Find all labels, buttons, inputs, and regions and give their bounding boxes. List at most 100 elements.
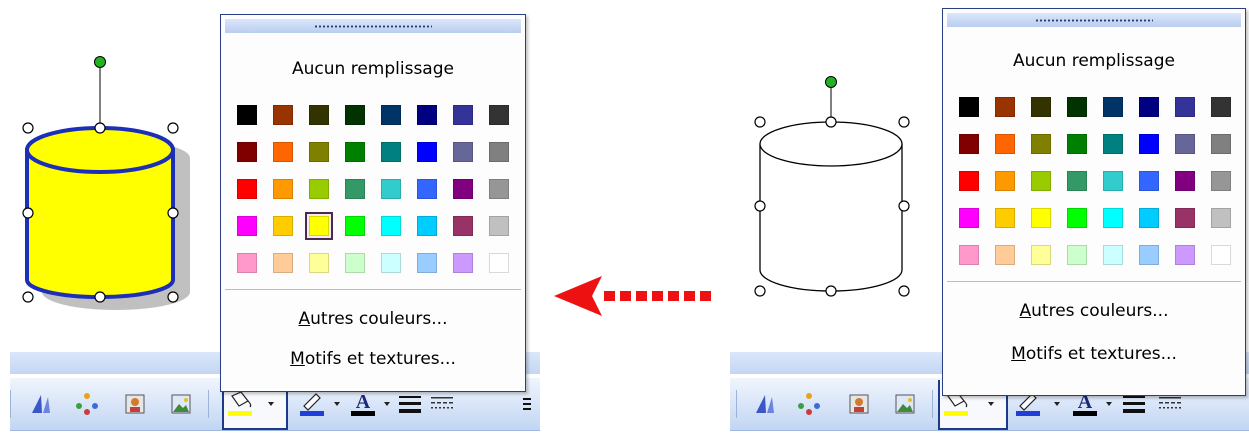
- more-colors-option[interactable]: Autres couleurs...: [943, 301, 1245, 321]
- diagram-icon[interactable]: [796, 390, 822, 418]
- color-swatch[interactable]: [377, 249, 405, 277]
- color-swatch[interactable]: [377, 101, 405, 129]
- color-swatch[interactable]: [449, 249, 477, 277]
- color-swatch[interactable]: [413, 101, 441, 129]
- no-fill-option[interactable]: Aucun remplissage: [221, 59, 525, 79]
- color-swatch[interactable]: [955, 93, 983, 121]
- line-style-icon[interactable]: [396, 390, 424, 418]
- color-swatch[interactable]: [377, 212, 405, 240]
- line-color-icon[interactable]: [298, 390, 328, 418]
- color-swatch[interactable]: [991, 241, 1019, 269]
- color-swatch[interactable]: [269, 138, 297, 166]
- wordart-icon[interactable]: [28, 390, 54, 418]
- no-fill-option[interactable]: Aucun remplissage: [943, 51, 1245, 71]
- dash-style-icon[interactable]: [428, 390, 456, 418]
- color-swatch[interactable]: [1207, 204, 1235, 232]
- color-swatch[interactable]: [305, 101, 333, 129]
- color-swatch[interactable]: [1135, 130, 1163, 158]
- color-swatch[interactable]: [233, 101, 261, 129]
- color-swatch[interactable]: [991, 167, 1019, 195]
- color-swatch[interactable]: [341, 175, 369, 203]
- color-swatch[interactable]: [955, 130, 983, 158]
- color-swatch[interactable]: [1171, 241, 1199, 269]
- color-swatch[interactable]: [233, 249, 261, 277]
- clipart-icon[interactable]: [846, 390, 872, 418]
- color-swatch[interactable]: [1027, 241, 1055, 269]
- color-swatch[interactable]: [1099, 130, 1127, 158]
- color-swatch[interactable]: [485, 138, 513, 166]
- color-swatch[interactable]: [1099, 204, 1127, 232]
- dropdown-grip[interactable]: [947, 13, 1241, 27]
- fill-color-icon[interactable]: [226, 390, 256, 418]
- color-swatch[interactable]: [1207, 241, 1235, 269]
- color-swatch[interactable]: [955, 241, 983, 269]
- color-swatch[interactable]: [1063, 93, 1091, 121]
- color-swatch[interactable]: [1171, 204, 1199, 232]
- color-swatch[interactable]: [449, 212, 477, 240]
- color-swatch[interactable]: [1099, 167, 1127, 195]
- color-swatch[interactable]: [377, 175, 405, 203]
- patterns-textures-option[interactable]: Motifs et textures...: [221, 349, 525, 369]
- color-swatch[interactable]: [485, 212, 513, 240]
- color-swatch[interactable]: [1207, 167, 1235, 195]
- color-swatch[interactable]: [269, 175, 297, 203]
- color-swatch[interactable]: [1027, 204, 1055, 232]
- dropdown-grip[interactable]: [225, 19, 521, 33]
- color-swatch[interactable]: [1207, 130, 1235, 158]
- color-swatch[interactable]: [341, 101, 369, 129]
- patterns-textures-option[interactable]: Motifs et textures...: [943, 344, 1245, 364]
- color-swatch[interactable]: [377, 138, 405, 166]
- color-swatch[interactable]: [1207, 93, 1235, 121]
- arrow-style-icon[interactable]: [520, 390, 534, 418]
- color-swatch[interactable]: [413, 175, 441, 203]
- color-swatch[interactable]: [341, 212, 369, 240]
- color-swatch[interactable]: [1027, 130, 1055, 158]
- color-swatch[interactable]: [1135, 241, 1163, 269]
- color-swatch[interactable]: [413, 212, 441, 240]
- color-swatch[interactable]: [269, 249, 297, 277]
- color-swatch[interactable]: [1135, 167, 1163, 195]
- color-swatch[interactable]: [1171, 93, 1199, 121]
- color-swatch[interactable]: [305, 212, 333, 240]
- color-swatch[interactable]: [955, 167, 983, 195]
- color-swatch[interactable]: [1171, 130, 1199, 158]
- color-swatch[interactable]: [1027, 167, 1055, 195]
- color-swatch[interactable]: [1063, 241, 1091, 269]
- cylinder-shape[interactable]: [0, 0, 200, 310]
- color-swatch[interactable]: [449, 175, 477, 203]
- color-swatch[interactable]: [485, 175, 513, 203]
- color-swatch[interactable]: [305, 175, 333, 203]
- color-swatch[interactable]: [991, 93, 1019, 121]
- color-swatch[interactable]: [305, 249, 333, 277]
- color-swatch[interactable]: [413, 249, 441, 277]
- color-swatch[interactable]: [305, 138, 333, 166]
- color-swatch[interactable]: [991, 204, 1019, 232]
- color-swatch[interactable]: [269, 101, 297, 129]
- color-swatch[interactable]: [955, 204, 983, 232]
- color-swatch[interactable]: [1063, 130, 1091, 158]
- color-swatch[interactable]: [485, 249, 513, 277]
- wordart-icon[interactable]: [752, 390, 778, 418]
- color-swatch[interactable]: [1027, 93, 1055, 121]
- color-swatch[interactable]: [1099, 241, 1127, 269]
- color-swatch[interactable]: [413, 138, 441, 166]
- picture-icon[interactable]: [892, 390, 918, 418]
- color-swatch[interactable]: [1135, 204, 1163, 232]
- diagram-icon[interactable]: [74, 390, 100, 418]
- color-swatch[interactable]: [233, 138, 261, 166]
- color-swatch[interactable]: [485, 101, 513, 129]
- picture-icon[interactable]: [168, 390, 194, 418]
- clipart-icon[interactable]: [122, 390, 148, 418]
- color-swatch[interactable]: [1063, 204, 1091, 232]
- cylinder-shape-outline[interactable]: [728, 0, 928, 310]
- color-swatch[interactable]: [449, 138, 477, 166]
- font-color-icon[interactable]: A: [348, 390, 378, 418]
- color-swatch[interactable]: [1099, 93, 1127, 121]
- color-swatch[interactable]: [341, 249, 369, 277]
- color-swatch[interactable]: [233, 212, 261, 240]
- color-swatch[interactable]: [1063, 167, 1091, 195]
- color-swatch[interactable]: [1171, 167, 1199, 195]
- color-swatch[interactable]: [269, 212, 297, 240]
- color-swatch[interactable]: [341, 138, 369, 166]
- color-swatch[interactable]: [991, 130, 1019, 158]
